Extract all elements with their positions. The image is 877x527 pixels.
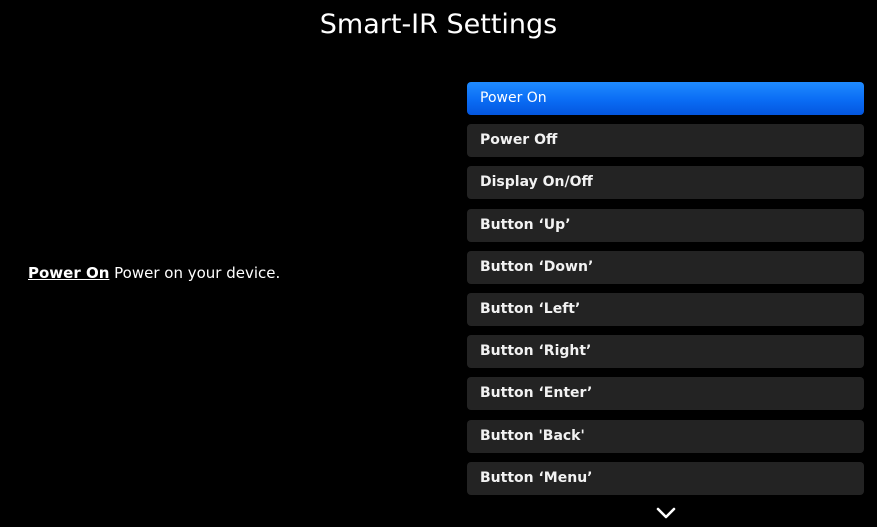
- menu-item-button-up[interactable]: Button ‘Up’: [467, 208, 864, 242]
- menu-item-button-enter[interactable]: Button ‘Enter’: [467, 377, 864, 411]
- menu-item-button-back[interactable]: Button 'Back': [467, 419, 864, 453]
- menu-item-power-on[interactable]: Power On: [467, 82, 864, 115]
- page-title: Smart-IR Settings: [319, 9, 558, 40]
- ir-command-list: Power On Power Off Display On/Off Button…: [467, 82, 864, 504]
- item-description: Power On Power on your device.: [28, 263, 280, 283]
- description-title: Power On: [28, 264, 110, 282]
- chevron-down-icon[interactable]: [655, 505, 677, 519]
- settings-screen: Smart-IR Settings Power On Power on your…: [0, 0, 877, 527]
- menu-item-button-right[interactable]: Button ‘Right’: [467, 335, 864, 369]
- description-text: Power on your device.: [109, 264, 281, 282]
- menu-item-button-menu[interactable]: Button ‘Menu’: [467, 461, 864, 495]
- menu-item-power-off[interactable]: Power Off: [467, 124, 864, 158]
- chevron-down-glyph: [656, 507, 676, 519]
- menu-item-button-left[interactable]: Button ‘Left’: [467, 292, 864, 326]
- menu-item-button-down[interactable]: Button ‘Down’: [467, 250, 864, 284]
- menu-item-display-on-off[interactable]: Display On/Off: [467, 166, 864, 200]
